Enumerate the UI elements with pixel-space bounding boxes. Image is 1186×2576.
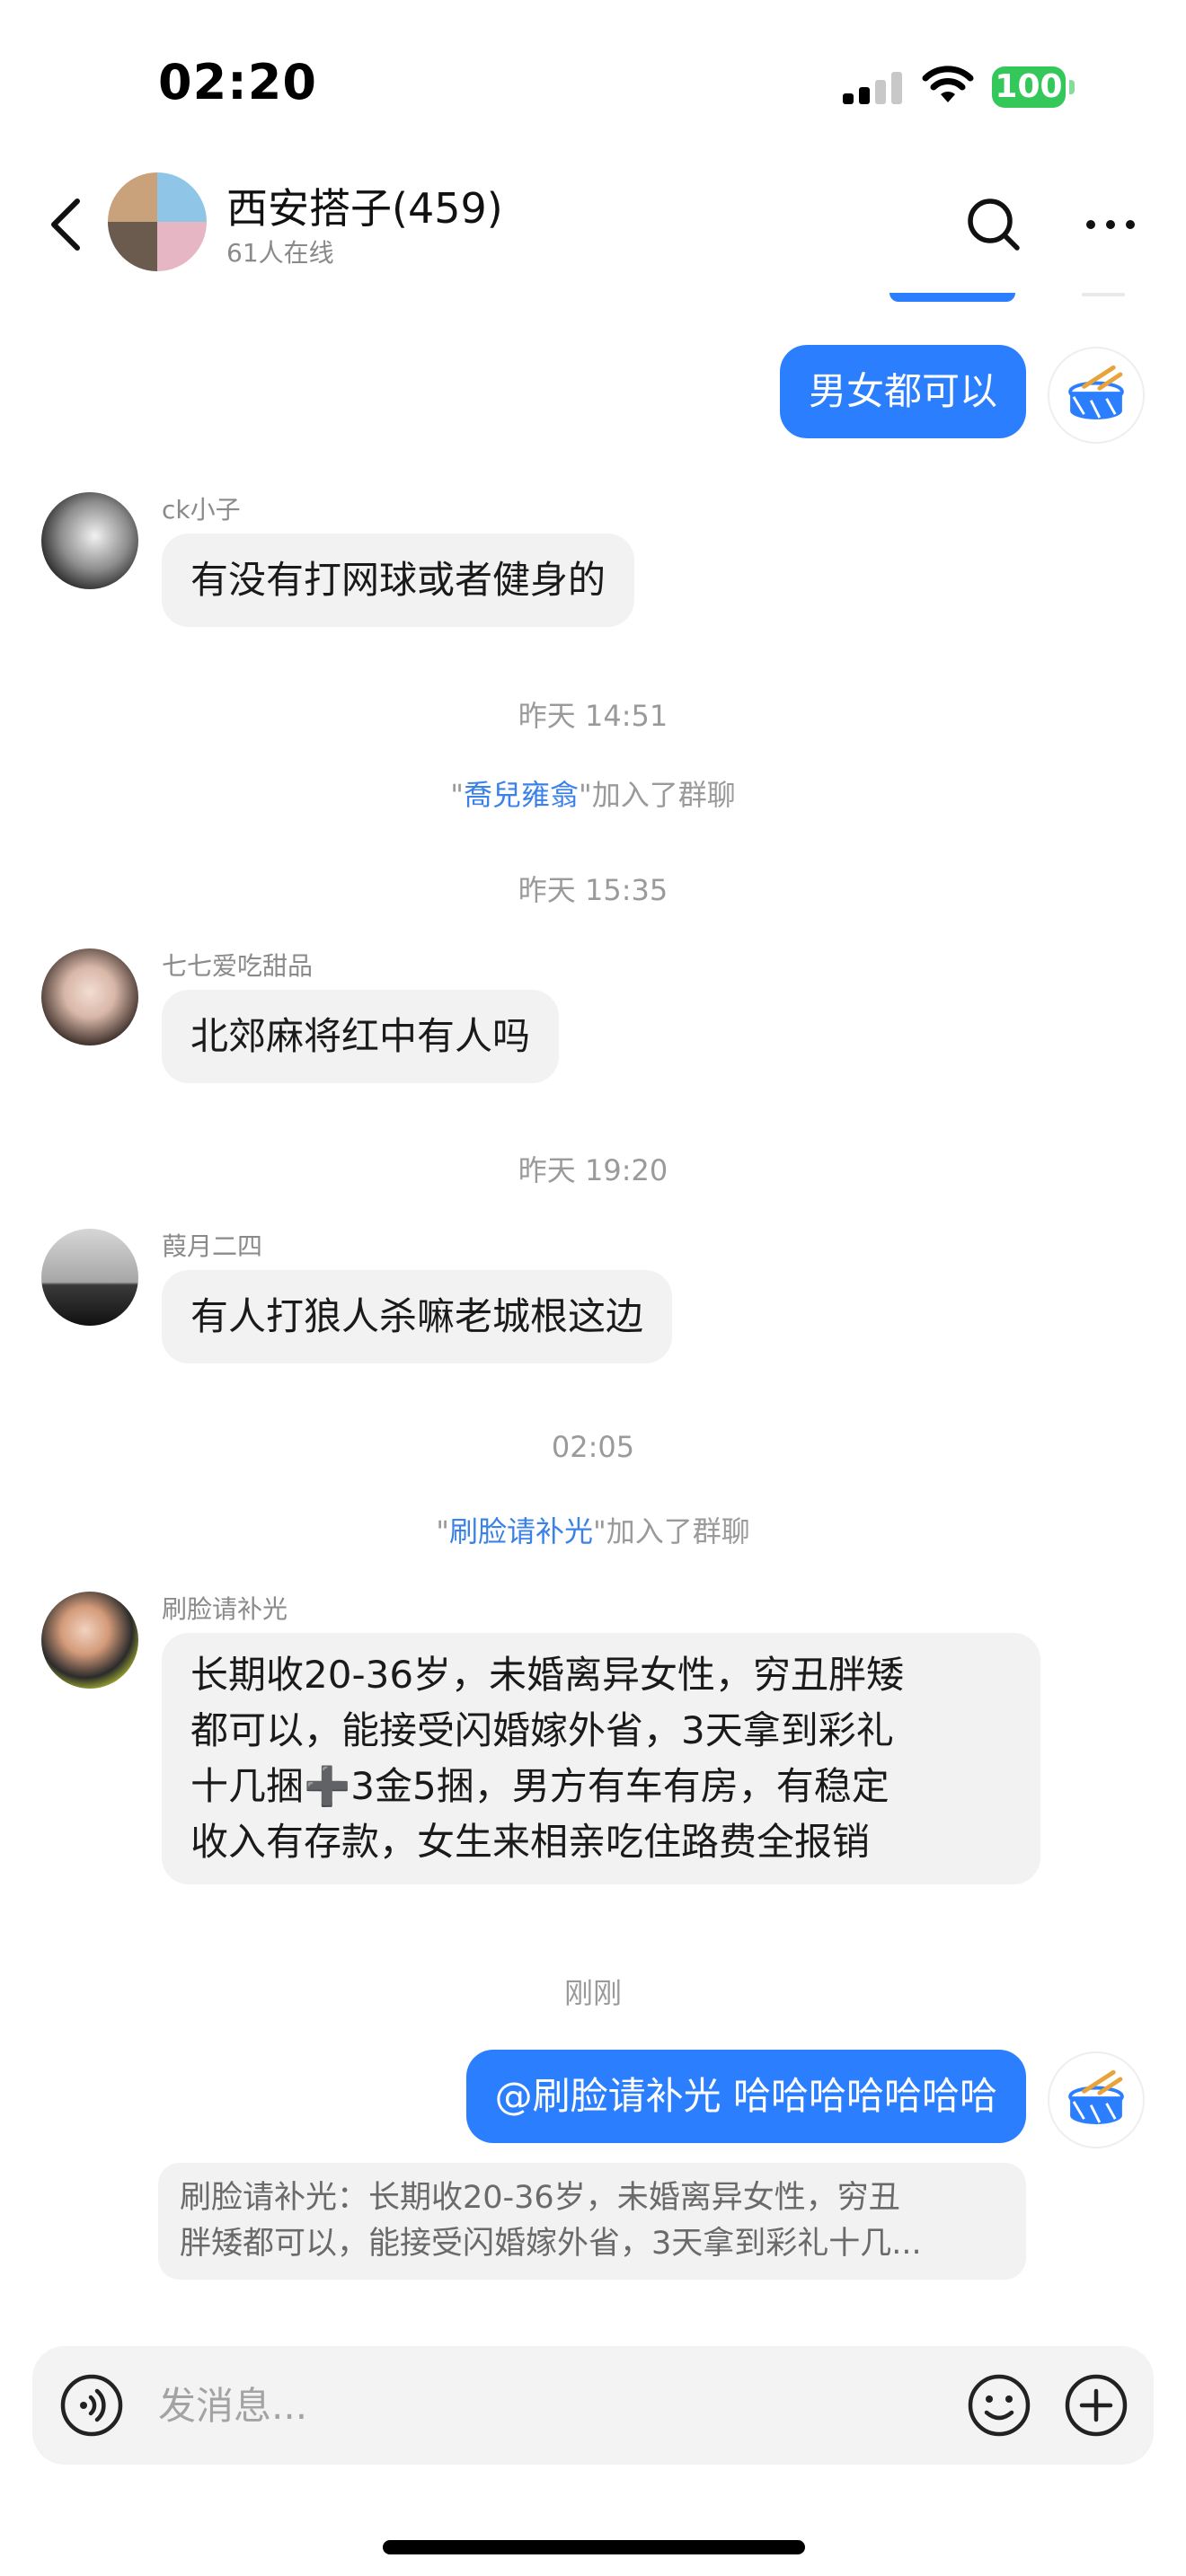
emoji-icon[interactable] bbox=[967, 2373, 1031, 2438]
message-line: 十几捆➕3金5捆，男方有车有房，有稳定 bbox=[190, 1764, 890, 1808]
sender-name: 七七爱吃甜品 bbox=[162, 951, 314, 981]
online-count: 61人在线 bbox=[226, 238, 334, 268]
avatar-jiayue[interactable] bbox=[41, 1229, 138, 1326]
sender-name: ck小子 bbox=[162, 495, 241, 525]
drum-icon bbox=[1068, 2069, 1124, 2124]
my-avatar[interactable] bbox=[1048, 347, 1145, 444]
status-time: 02:20 bbox=[158, 54, 317, 110]
message-bubble-incoming[interactable]: 有没有打网球或者健身的 bbox=[162, 534, 635, 627]
timestamp: 昨天 15:35 bbox=[518, 873, 668, 907]
group-avatar[interactable] bbox=[108, 172, 207, 271]
sender-name: 葭月二四 bbox=[162, 1231, 263, 1261]
join-member-name[interactable]: 喬兒雍翕 bbox=[464, 778, 579, 812]
battery-tip bbox=[1069, 80, 1075, 94]
wifi-icon bbox=[922, 66, 974, 102]
message-line: 都可以，能接受闪婚嫁外省，3天拿到彩礼 bbox=[190, 1708, 894, 1752]
timestamp: 昨天 14:51 bbox=[518, 699, 668, 733]
sender-name: 刷脸请补光 bbox=[162, 1594, 288, 1624]
message-bubble-incoming[interactable]: 长期收20-36岁，未婚离异女性，穷丑胖矮 都可以，能接受闪婚嫁外省，3天拿到彩… bbox=[162, 1633, 1040, 1884]
avatar-qiqi[interactable] bbox=[41, 948, 138, 1045]
message-bubble-outgoing[interactable]: @刷脸请补光 哈哈哈哈哈哈哈 bbox=[465, 2050, 1026, 2143]
message-line: 收入有存款，女生来相亲吃住路费全报销 bbox=[190, 1820, 871, 1864]
quote-line: 胖矮都可以，能接受闪婚嫁外省，3天拿到彩礼十几... bbox=[180, 2226, 922, 2262]
join-notice: "刷脸请补光"加入了群聊 bbox=[0, 1509, 1186, 1550]
voice-icon[interactable] bbox=[59, 2373, 124, 2438]
my-avatar[interactable] bbox=[1048, 2051, 1145, 2148]
chevron-left-icon[interactable] bbox=[36, 189, 99, 260]
message-input[interactable] bbox=[158, 2368, 931, 2443]
previous-avatar-edge bbox=[1082, 293, 1125, 296]
join-member-name[interactable]: 刷脸请补光 bbox=[449, 1514, 593, 1548]
timestamp: 02:05 bbox=[551, 1430, 635, 1464]
timestamp: 昨天 19:20 bbox=[518, 1153, 668, 1187]
previous-bubble-edge bbox=[890, 293, 1015, 302]
join-notice: "喬兒雍翕"加入了群聊 bbox=[0, 772, 1186, 814]
quote-line: 刷脸请补光：长期收20-36岁，未婚离异女性，穷丑 bbox=[180, 2180, 900, 2216]
signal-icon bbox=[843, 72, 902, 104]
chat-header: 西安搭子(459) 61人在线 bbox=[0, 162, 1186, 296]
message-composer bbox=[32, 2346, 1154, 2465]
join-notice-text: "加入了群聊 bbox=[593, 1514, 750, 1548]
message-line: 长期收20-36岁，未婚离异女性，穷丑胖矮 bbox=[190, 1653, 905, 1697]
join-quote-open: " bbox=[436, 1514, 449, 1548]
join-quote-open: " bbox=[450, 778, 464, 812]
message-bubble-incoming[interactable]: 北郊麻将红中有人吗 bbox=[162, 990, 560, 1083]
drum-icon bbox=[1068, 365, 1124, 419]
avatar-ck[interactable] bbox=[41, 492, 138, 589]
group-title[interactable]: 西安搭子(459) bbox=[226, 176, 503, 235]
battery-level: 100 bbox=[992, 66, 1066, 108]
more-dots-icon[interactable] bbox=[1078, 192, 1143, 257]
search-icon[interactable] bbox=[961, 192, 1026, 257]
message-bubble-outgoing[interactable]: 男女都可以 bbox=[779, 345, 1026, 438]
timestamp: 刚刚 bbox=[563, 1976, 622, 2010]
join-notice-text: "加入了群聊 bbox=[579, 778, 736, 812]
home-indicator[interactable] bbox=[383, 2540, 805, 2554]
status-bar: 02:20 100 bbox=[0, 0, 1186, 162]
quoted-reply[interactable]: 刷脸请补光：长期收20-36岁，未婚离异女性，穷丑 胖矮都可以，能接受闪婚嫁外省… bbox=[158, 2163, 1026, 2280]
battery-indicator: 100 bbox=[992, 66, 1075, 108]
plus-circle-icon[interactable] bbox=[1064, 2373, 1128, 2438]
avatar-shualian[interactable] bbox=[41, 1592, 138, 1689]
message-bubble-incoming[interactable]: 有人打狼人杀嘛老城根这边 bbox=[162, 1270, 673, 1363]
